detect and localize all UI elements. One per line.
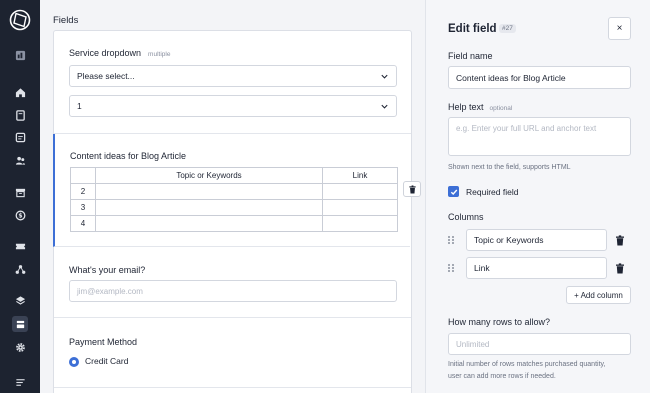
orders-icon[interactable]: [12, 107, 28, 123]
table-cell[interactable]: [322, 215, 398, 232]
row-number: 3: [70, 199, 96, 216]
table-row: 3: [70, 199, 398, 216]
column-header: Link: [322, 167, 398, 184]
trash-icon: [408, 184, 416, 194]
email-section[interactable]: What's your email? jim@example.com: [54, 247, 411, 318]
help-text-textarea[interactable]: e.g. Enter your full URL and anchor text: [448, 117, 631, 156]
form-builder: Fields Service dropdown multiple Please s…: [40, 0, 425, 393]
table-cell[interactable]: [322, 183, 398, 200]
settings-icon[interactable]: [12, 339, 28, 355]
menu-icon[interactable]: [12, 374, 28, 390]
chevron-down-icon: [381, 74, 388, 79]
edit-field-panel: Edit field #27 × Field name Content idea…: [425, 0, 650, 393]
layers-icon[interactable]: [12, 292, 28, 308]
trash-icon[interactable]: [615, 263, 625, 274]
table-cell[interactable]: [95, 215, 323, 232]
team-icon[interactable]: [12, 261, 28, 277]
column-name-input[interactable]: Topic or Keywords: [466, 229, 607, 251]
table-cell[interactable]: [322, 199, 398, 216]
service-section[interactable]: Service dropdown multiple Please select..…: [54, 31, 411, 134]
column-name-input[interactable]: Link: [466, 257, 607, 279]
clients-icon[interactable]: [12, 152, 28, 168]
service-select[interactable]: Please select...: [69, 65, 397, 87]
table-row: 4: [70, 215, 398, 232]
optional-tag: optional: [489, 105, 513, 112]
home-icon[interactable]: [12, 84, 28, 100]
field-name-input[interactable]: Content ideas for Blog Article: [448, 66, 631, 89]
email-label: What's your email?: [69, 265, 146, 275]
table-cell[interactable]: [95, 183, 323, 200]
drag-handle-icon[interactable]: [447, 235, 455, 245]
column-header: Topic or Keywords: [95, 167, 323, 184]
quantity-select[interactable]: 1: [69, 95, 397, 117]
payment-section[interactable]: Payment Method Credit Card: [54, 318, 411, 388]
row-number: 4: [70, 215, 96, 232]
required-checkbox[interactable]: [448, 186, 459, 197]
help-text-label: Help text optional: [448, 102, 513, 112]
content-ideas-table: Topic or Keywords Link 2 3 4: [70, 167, 398, 232]
table-cell[interactable]: [95, 199, 323, 216]
form-card: Service dropdown multiple Please select..…: [53, 30, 412, 393]
columns-label: Columns: [448, 212, 484, 222]
logo-icon[interactable]: [9, 9, 31, 31]
table-header-row: Topic or Keywords Link: [70, 167, 398, 184]
multiple-tag: multiple: [148, 51, 171, 58]
rows-label: How many rows to allow?: [448, 317, 551, 327]
archive-icon[interactable]: [12, 184, 28, 200]
svg-text:$: $: [18, 212, 22, 219]
email-field[interactable]: jim@example.com: [69, 280, 397, 302]
row-number-header: [70, 167, 96, 184]
chevron-down-icon: [381, 104, 388, 109]
forms-icon[interactable]: [12, 316, 28, 332]
dashboard-icon[interactable]: [12, 47, 28, 63]
field-id-badge: #27: [499, 24, 516, 33]
close-icon: ×: [616, 23, 623, 34]
rows-limit-input[interactable]: Unlimited: [448, 333, 631, 355]
panel-title: Edit field: [448, 23, 497, 35]
service-label: Service dropdown multiple: [69, 48, 171, 58]
content-ideas-section[interactable]: Content ideas for Blog Article Topic or …: [53, 134, 410, 247]
help-text-hint: Shown next to the field, supports HTML: [448, 164, 571, 171]
credit-card-radio[interactable]: [69, 357, 79, 367]
drag-handle-icon[interactable]: [447, 263, 455, 273]
field-name-label: Field name: [448, 51, 493, 61]
credit-card-label: Credit Card: [85, 356, 129, 366]
trash-icon[interactable]: [615, 235, 625, 246]
rows-hint-line-2: user can add more rows if needed.: [448, 373, 556, 380]
content-ideas-label: Content ideas for Blog Article: [70, 151, 187, 161]
messages-icon[interactable]: [12, 129, 28, 145]
rows-hint-line-1: Initial number of rows matches purchased…: [448, 361, 606, 368]
close-button[interactable]: ×: [608, 17, 631, 40]
table-row: 2: [70, 183, 398, 200]
tickets-icon[interactable]: [12, 238, 28, 254]
check-icon: [450, 189, 457, 195]
fields-title: Fields: [53, 15, 79, 26]
required-label: Required field: [466, 187, 519, 197]
row-number: 2: [70, 183, 96, 200]
delete-field-button[interactable]: [403, 181, 421, 197]
add-column-button[interactable]: + Add column: [566, 286, 631, 304]
sidebar: $: [0, 0, 40, 393]
payment-label: Payment Method: [69, 337, 138, 347]
billing-icon[interactable]: $: [12, 207, 28, 223]
